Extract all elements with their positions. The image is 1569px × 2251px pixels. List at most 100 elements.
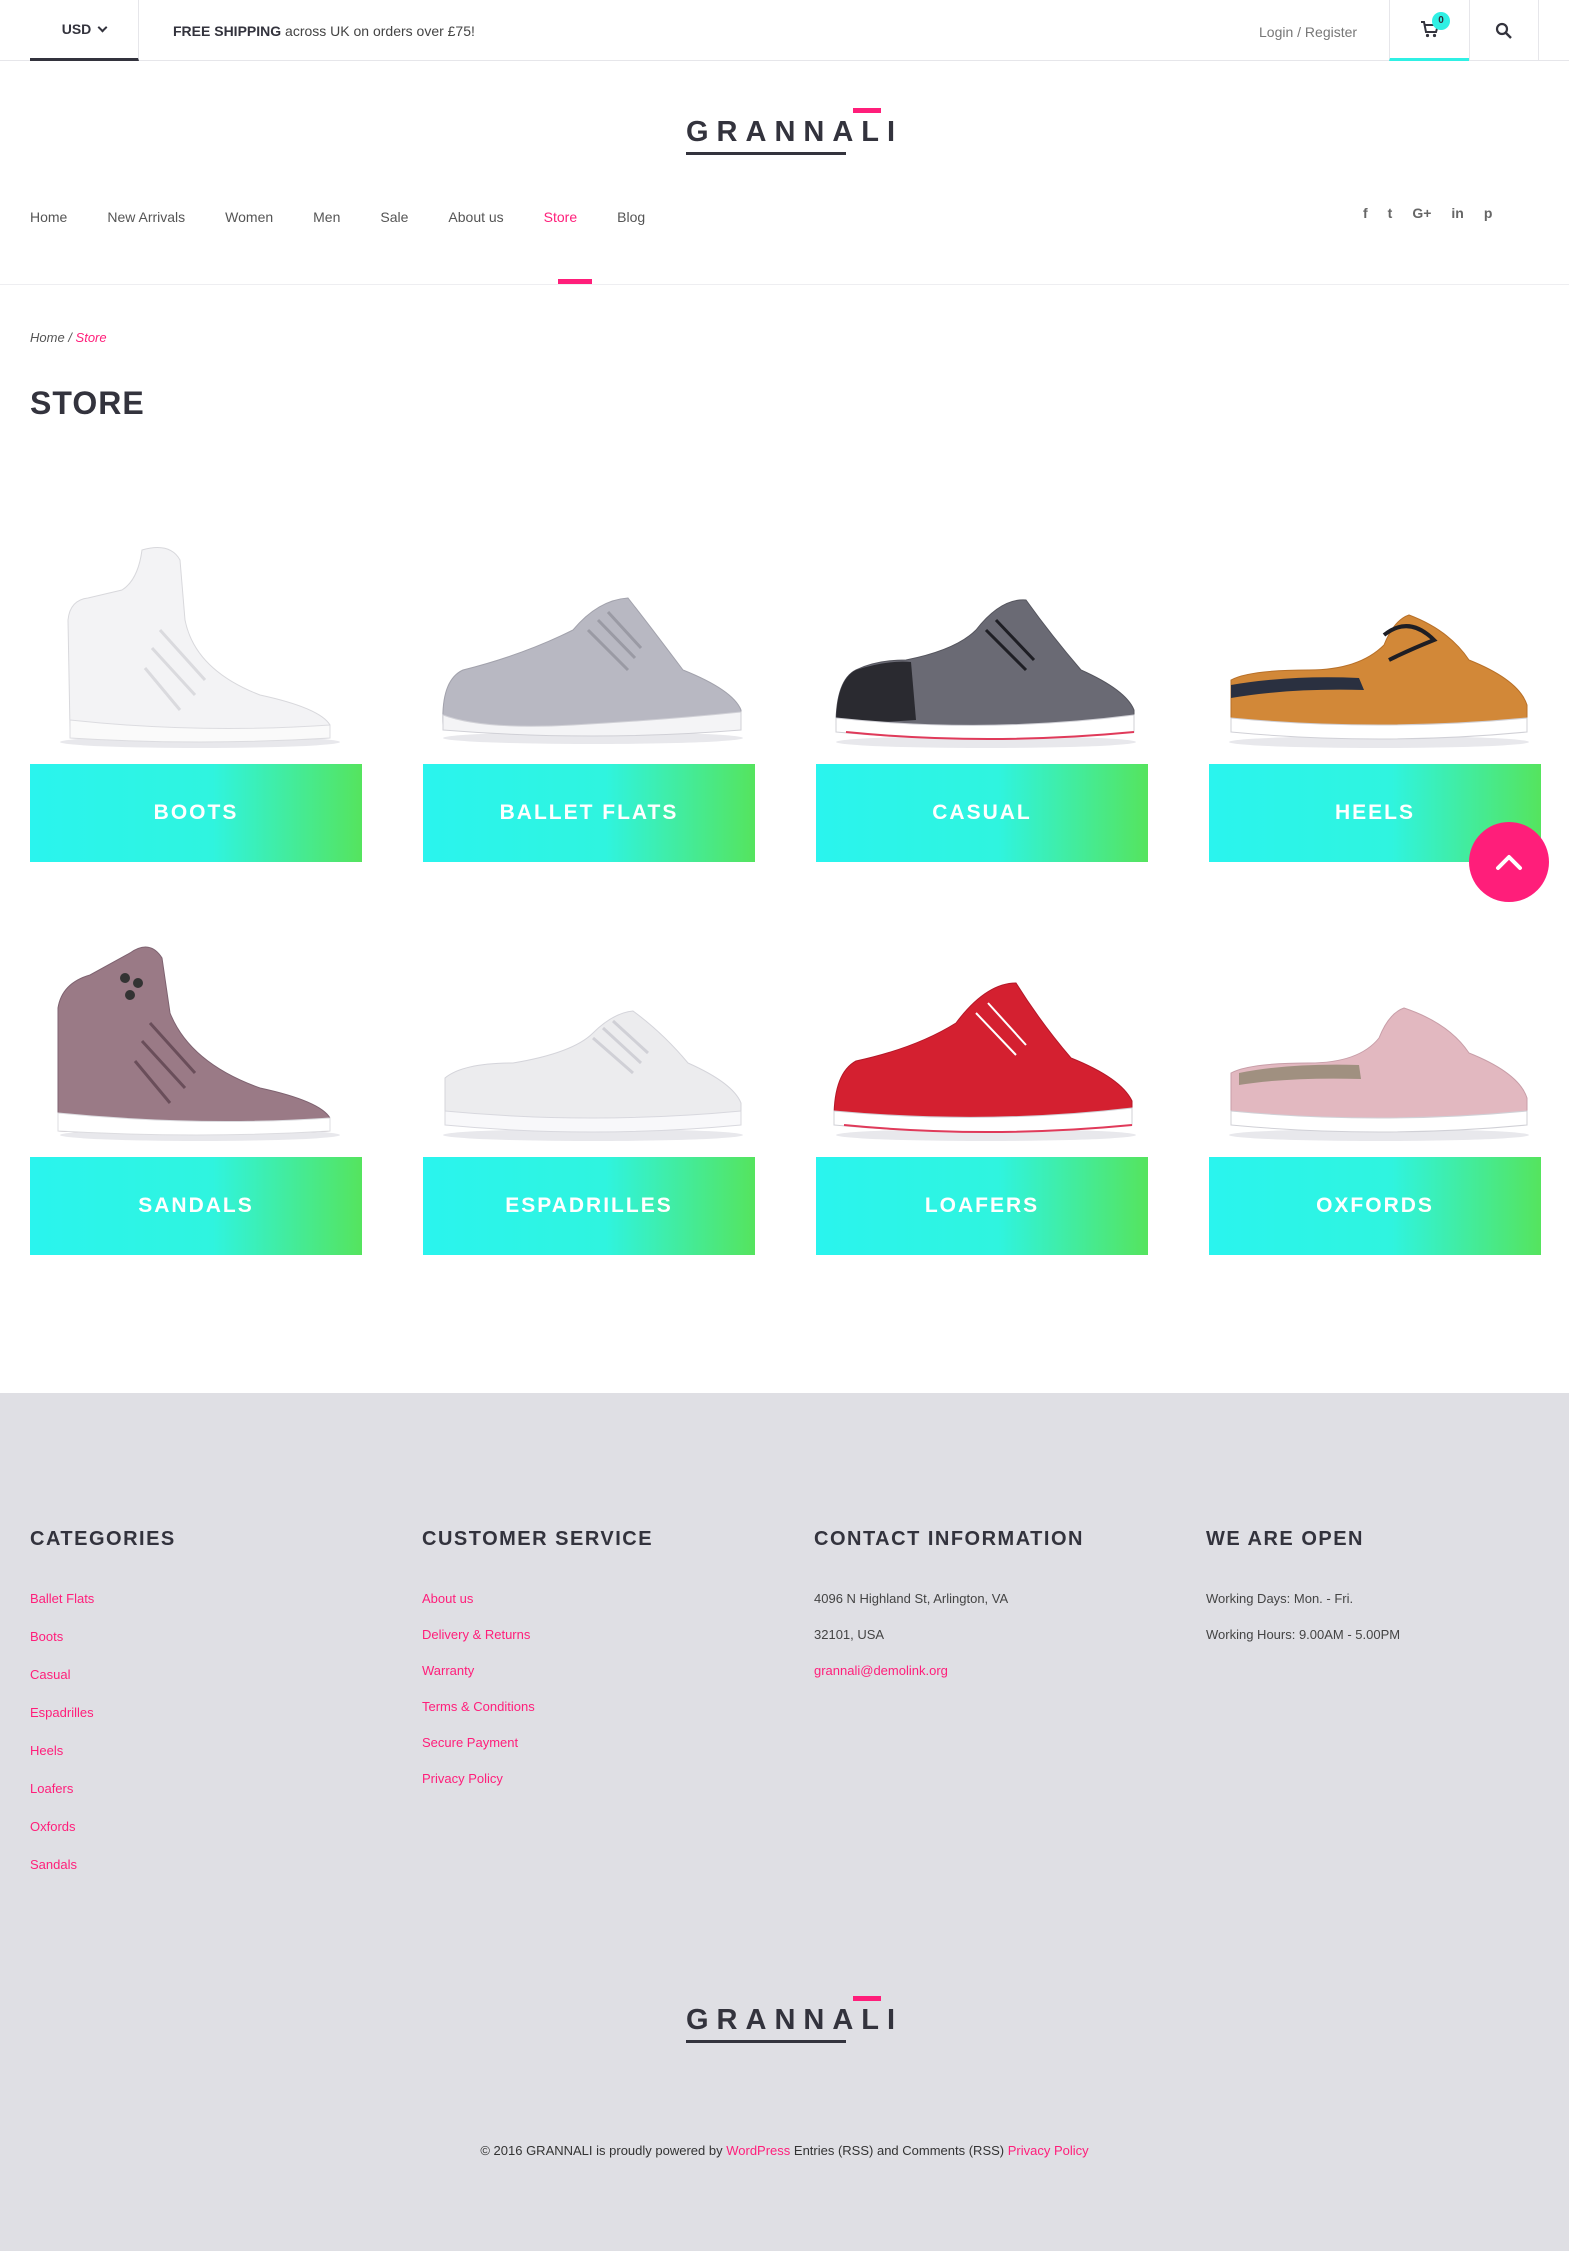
footer: CATEGORIES Ballet Flats Boots Casual Espadr… (0, 1393, 1569, 2251)
shipping-bold: FREE SHIPPING (173, 23, 282, 39)
logo-underline (686, 152, 846, 155)
nav-item-new-arrivals[interactable]: New Arrivals (107, 209, 185, 233)
footer-opening-hours: WE ARE OPEN Working Days: Mon. - Fri. Wo… (1206, 1528, 1400, 1663)
footer-categories: CATEGORIES Ballet Flats Boots Casual Espadr… (30, 1528, 176, 1895)
nav-item-about-us[interactable]: About us (448, 209, 503, 233)
category-label[interactable]: BOOTS (30, 764, 362, 862)
category-card-ballet-flats[interactable]: BALLET FLATS (423, 520, 755, 862)
footer-category-link-espadrilles[interactable]: Espadrilles (30, 1705, 176, 1743)
footer-category-link-ballet-flats[interactable]: Ballet Flats (30, 1591, 176, 1629)
footer-category-link-casual[interactable]: Casual (30, 1667, 176, 1705)
footer-customer-service-title: CUSTOMER SERVICE (422, 1528, 654, 1550)
footer-categories-title: CATEGORIES (30, 1528, 176, 1550)
currency-selector[interactable]: USD (30, 0, 139, 61)
shoe-image[interactable] (816, 913, 1148, 1158)
nav-item-store[interactable]: Store (544, 209, 577, 233)
shoe-image[interactable] (30, 913, 362, 1158)
category-label[interactable]: OXFORDS (1209, 1157, 1541, 1255)
category-label[interactable]: ESPADRILLES (423, 1157, 755, 1255)
main-nav: Home New Arrivals Women Men Sale About us Stor… (30, 209, 685, 233)
category-label[interactable]: BALLET FLATS (423, 764, 755, 862)
footer-category-link-oxfords[interactable]: Oxfords (30, 1819, 176, 1857)
breadcrumb-current: Store (75, 330, 107, 345)
shoe-image[interactable] (423, 913, 755, 1158)
pinterest-icon[interactable]: p (1484, 205, 1493, 221)
breadcrumb: Home / Store (30, 330, 107, 345)
category-card-casual[interactable]: CASUAL (816, 520, 1148, 862)
twitter-icon[interactable]: t (1388, 205, 1393, 221)
footer-category-link-heels[interactable]: Heels (30, 1743, 176, 1781)
nav-item-blog[interactable]: Blog (617, 209, 645, 233)
footer-customer-service: CUSTOMER SERVICE About us Delivery & Retu… (422, 1528, 653, 1807)
category-label[interactable]: CASUAL (816, 764, 1148, 862)
chevron-down-icon (97, 22, 108, 32)
privacy-policy-link[interactable]: Privacy Policy (1008, 2143, 1089, 2158)
footer-contact: CONTACT INFORMATION 4096 N Highland St, … (814, 1528, 1084, 1699)
logo-accent-mark (853, 108, 881, 113)
working-hours: Working Hours: 9.00AM - 5.00PM (1206, 1627, 1401, 1642)
cart-button[interactable]: 0 (1389, 0, 1469, 61)
nav-item-home[interactable]: Home (30, 209, 67, 233)
contact-email-link[interactable]: grannali@demolink.org (814, 1663, 1084, 1699)
logo-text: GRANNALI (686, 116, 904, 148)
copyright-text-1: © 2016 GRANNALI is proudly powered by (480, 2143, 727, 2158)
breadcrumb-separator: / (64, 330, 76, 345)
search-button[interactable] (1469, 0, 1539, 61)
footer-service-link-delivery-returns[interactable]: Delivery & Returns (422, 1627, 653, 1663)
footer-service-link-privacy-policy[interactable]: Privacy Policy (422, 1771, 653, 1807)
category-card-boots[interactable]: BOOTS (30, 520, 362, 862)
footer-logo[interactable]: GRANNALI (685, 1996, 895, 2044)
footer-service-link-about-us[interactable]: About us (422, 1591, 653, 1627)
footer-category-link-loafers[interactable]: Loafers (30, 1781, 176, 1819)
contact-address-line2: 32101, USA (814, 1627, 885, 1642)
copyright: © 2016 GRANNALI is proudly powered by Wo… (0, 2143, 1569, 2158)
category-card-heels[interactable]: HEELS (1209, 520, 1541, 862)
category-card-oxfords[interactable]: OXFORDS (1209, 913, 1541, 1255)
footer-service-link-warranty[interactable]: Warranty (422, 1663, 653, 1699)
site-logo[interactable]: GRANNALI (685, 108, 895, 156)
contact-address-line1: 4096 N Highland St, Arlington, VA (814, 1591, 1009, 1606)
footer-logo-underline (686, 2040, 846, 2043)
footer-service-link-terms-conditions[interactable]: Terms & Conditions (422, 1699, 653, 1735)
breadcrumb-home[interactable]: Home (30, 330, 65, 345)
cart-count-badge: 0 (1432, 12, 1450, 30)
nav-item-women[interactable]: Women (225, 209, 273, 233)
shoe-image[interactable] (30, 520, 362, 765)
nav-item-men[interactable]: Men (313, 209, 340, 233)
footer-logo-accent-mark (853, 1996, 881, 2001)
shoe-image[interactable] (423, 520, 755, 765)
footer-category-link-sandals[interactable]: Sandals (30, 1857, 176, 1895)
footer-contact-list: 4096 N Highland St, Arlington, VA 32101,… (814, 1591, 1084, 1699)
login-register-link[interactable]: Login / Register (1259, 24, 1357, 40)
working-days: Working Days: Mon. - Fri. (1206, 1591, 1354, 1606)
nav-item-sale[interactable]: Sale (380, 209, 408, 233)
nav-divider (0, 284, 1569, 285)
category-card-loafers[interactable]: LOAFERS (816, 913, 1148, 1255)
wordpress-link[interactable]: WordPress (726, 2143, 790, 2158)
footer-logo-text: GRANNALI (686, 2004, 904, 2036)
category-label[interactable]: LOAFERS (816, 1157, 1148, 1255)
footer-categories-list: Ballet Flats Boots Casual Espadrilles Heels L… (30, 1591, 176, 1895)
social-links: f t G+ in p (1363, 205, 1492, 221)
shoe-image[interactable] (1209, 520, 1541, 765)
linkedin-icon[interactable]: in (1451, 205, 1463, 221)
top-bar: USD FREE SHIPPING across UK on orders ov… (0, 0, 1569, 61)
scroll-to-top-button[interactable] (1469, 822, 1549, 902)
footer-category-link-boots[interactable]: Boots (30, 1629, 176, 1667)
shoe-image[interactable] (816, 520, 1148, 765)
category-label[interactable]: SANDALS (30, 1157, 362, 1255)
footer-service-link-secure-payment[interactable]: Secure Payment (422, 1735, 653, 1771)
copyright-text-2: Entries (RSS) and Comments (RSS) (790, 2143, 1008, 2158)
footer-customer-service-list: About us Delivery & Returns Warranty Terms … (422, 1591, 653, 1807)
shipping-notice: FREE SHIPPING across UK on orders over £… (173, 23, 475, 39)
category-card-sandals[interactable]: SANDALS (30, 913, 362, 1255)
search-icon (1495, 22, 1512, 39)
shoe-image[interactable] (1209, 913, 1541, 1158)
google-plus-icon[interactable]: G+ (1412, 205, 1431, 221)
footer-open-title: WE ARE OPEN (1206, 1528, 1364, 1550)
footer-contact-title: CONTACT INFORMATION (814, 1528, 1084, 1550)
currency-label: USD (61, 21, 92, 37)
category-card-espadrilles[interactable]: ESPADRILLES (423, 913, 755, 1255)
chevron-up-icon (1496, 855, 1522, 870)
facebook-icon[interactable]: f (1363, 205, 1368, 221)
